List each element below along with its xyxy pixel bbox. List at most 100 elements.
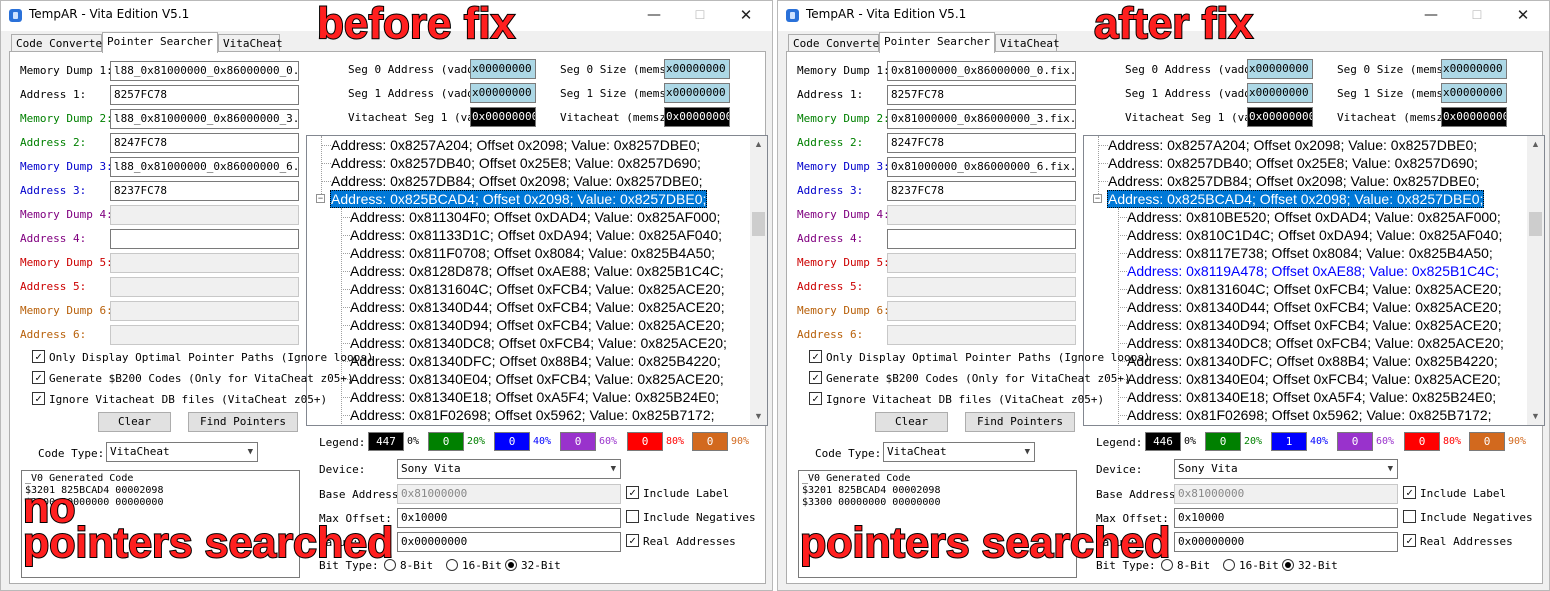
tree-row[interactable]: Address: 0x81F02698; Offset 0x5962; Valu… [350, 406, 715, 424]
tree-row[interactable]: Address: 0x8131604C; Offset 0xFCB4; Valu… [1127, 280, 1502, 298]
address-4-input[interactable] [110, 229, 299, 249]
tree-row[interactable]: Address: 0x81340E18; Offset 0xA5F4; Valu… [350, 388, 719, 406]
bit-radio[interactable] [384, 559, 396, 571]
clear-button[interactable]: Clear [98, 412, 171, 432]
address-3-input[interactable]: 8237FC78 [110, 181, 299, 201]
tab-code-converter[interactable]: Code Converter [11, 34, 109, 52]
device-select[interactable]: Sony Vita ▼ [1174, 459, 1398, 479]
tree-row[interactable]: Address: 0x8131604C; Offset 0xFCB4; Valu… [350, 280, 725, 298]
address-2-input[interactable]: 8247FC78 [887, 133, 1076, 153]
address-5-input[interactable] [110, 277, 299, 297]
tree-row[interactable]: Address: 0x8257DB40; Offset 0x25E8; Valu… [1108, 154, 1478, 172]
value-input[interactable]: 0x00000000 [397, 532, 621, 552]
checkbox[interactable]: ✓ [809, 350, 822, 363]
memory-dump-2-input[interactable]: l88_0x81000000_0x86000000_3.bin [110, 109, 299, 129]
tab-vitacheat[interactable]: VitaCheat [995, 34, 1060, 52]
find-pointers-button[interactable]: Find Pointers [965, 412, 1075, 432]
seg0-size-input[interactable]: x00000000 [664, 59, 730, 79]
scroll-up-icon[interactable]: ▲ [750, 136, 767, 153]
tree-row[interactable]: Address: 0x811F0708; Offset 0x8084; Valu… [350, 244, 715, 262]
base-address-input[interactable]: 0x81000000 [1174, 484, 1398, 504]
tree-row[interactable]: Address: 0x810C1D4C; Offset 0xDA94; Valu… [1127, 226, 1502, 244]
tree-row[interactable]: Address: 0x81F02698; Offset 0x5962; Valu… [1127, 406, 1492, 424]
checkbox[interactable]: ✓ [1403, 486, 1416, 499]
memory-dump-6-input[interactable] [887, 301, 1076, 321]
address-4-input[interactable] [887, 229, 1076, 249]
scroll-thumb[interactable] [1529, 212, 1542, 236]
checkbox[interactable] [626, 510, 639, 523]
close-icon[interactable]: ✕ [732, 5, 760, 25]
code-type-select[interactable]: VitaCheat ▼ [883, 442, 1035, 462]
memory-dump-5-input[interactable] [110, 253, 299, 273]
seg0-size-input[interactable]: x00000000 [1441, 59, 1507, 79]
memory-dump-4-input[interactable] [110, 205, 299, 225]
tree-row[interactable]: Address: 0x8257A204; Offset 0x2098; Valu… [331, 136, 700, 154]
tab-vitacheat[interactable]: VitaCheat [218, 34, 283, 52]
seg0-address-input[interactable]: x00000000 [1247, 59, 1313, 79]
memory-dump-6-input[interactable] [110, 301, 299, 321]
checkbox[interactable] [1403, 510, 1416, 523]
tree-scrollbar[interactable]: ▲ ▼ [750, 136, 767, 425]
generated-code-output[interactable]: _V0 Generated Code $3201 825BCAD4 000020… [21, 470, 300, 578]
tab-pointer-searcher[interactable]: Pointer Searcher [879, 32, 995, 53]
minimize-icon[interactable]: — [640, 5, 668, 25]
tree-row[interactable]: Address: 0x81340D94; Offset 0xFCB4; Valu… [350, 316, 725, 334]
address-1-input[interactable]: 8257FC78 [887, 85, 1076, 105]
tree-row[interactable]: Address: 0x8257DB84; Offset 0x2098; Valu… [1108, 172, 1480, 190]
scroll-down-icon[interactable]: ▼ [750, 408, 767, 425]
memory-dump-1-input[interactable]: 0x81000000_0x86000000_0.fix.bin [887, 61, 1076, 81]
address-1-input[interactable]: 8257FC78 [110, 85, 299, 105]
tree-row[interactable]: Address: 0x81340DFC; Offset 0x88B4; Valu… [350, 352, 721, 370]
scroll-thumb[interactable] [752, 212, 765, 236]
pointer-tree[interactable]: Address: 0x8257A204; Offset 0x2098; Valu… [306, 135, 768, 426]
address-5-input[interactable] [887, 277, 1076, 297]
tree-row-selected[interactable]: Address: 0x825BCAD4; Offset 0x2098; Valu… [330, 190, 708, 208]
memory-dump-1-input[interactable]: l88_0x81000000_0x86000000_0.bin [110, 61, 299, 81]
bit-radio[interactable] [446, 559, 458, 571]
tree-row[interactable]: Address: 0x81340E04; Offset 0xFCB4; Valu… [350, 370, 724, 388]
checkbox[interactable]: ✓ [1403, 534, 1416, 547]
tree-row[interactable]: Address: 0x81340D94; Offset 0xFCB4; Valu… [1127, 316, 1502, 334]
seg1-address-input[interactable]: x00000000 [470, 83, 536, 103]
tab-pointer-searcher[interactable]: Pointer Searcher [102, 32, 218, 53]
bit-radio[interactable] [1161, 559, 1173, 571]
address-2-input[interactable]: 8247FC78 [110, 133, 299, 153]
tree-row[interactable]: Address: 0x81340DC8; Offset 0xFCB4; Valu… [350, 334, 727, 352]
seg0-address-input[interactable]: x00000000 [470, 59, 536, 79]
pointer-tree[interactable]: Address: 0x8257A204; Offset 0x2098; Valu… [1083, 135, 1545, 426]
tree-row[interactable]: Address: 0x8128D878; Offset 0xAE88; Valu… [350, 262, 724, 280]
vitacheat-seg1-input[interactable]: 0x00000000 [470, 107, 536, 127]
bit-radio[interactable] [1282, 559, 1294, 571]
find-pointers-button[interactable]: Find Pointers [188, 412, 298, 432]
seg1-address-input[interactable]: x00000000 [1247, 83, 1313, 103]
vitacheat-seg1-input[interactable]: 0x00000000 [1247, 107, 1313, 127]
seg1-size-input[interactable]: x00000000 [1441, 83, 1507, 103]
base-address-input[interactable]: 0x81000000 [397, 484, 621, 504]
bit-radio[interactable] [1223, 559, 1235, 571]
generated-code-output[interactable]: _V0 Generated Code $3201 825BCAD4 000020… [798, 470, 1077, 578]
collapse-icon[interactable]: − [316, 194, 325, 203]
scroll-down-icon[interactable]: ▼ [1527, 408, 1544, 425]
checkbox[interactable]: ✓ [32, 350, 45, 363]
maximize-icon[interactable]: ☐ [1463, 5, 1491, 25]
checkbox[interactable]: ✓ [809, 371, 822, 384]
checkbox[interactable]: ✓ [626, 534, 639, 547]
bit-radio[interactable] [505, 559, 517, 571]
tree-row[interactable]: Address: 0x81133D1C; Offset 0xDA94; Valu… [350, 226, 722, 244]
tree-row[interactable]: Address: 0x81340D44; Offset 0xFCB4; Valu… [1127, 298, 1502, 316]
tab-code-converter[interactable]: Code Converter [788, 34, 886, 52]
tree-row[interactable]: Address: 0x8257DB40; Offset 0x25E8; Valu… [331, 154, 701, 172]
tree-row[interactable]: Address: 0x81340DC8; Offset 0xFCB4; Valu… [1127, 334, 1504, 352]
collapse-icon[interactable]: − [1093, 194, 1102, 203]
tree-row[interactable]: Address: 0x81340E18; Offset 0xA5F4; Valu… [1127, 388, 1496, 406]
tree-row[interactable]: Address: 0x8119A478; Offset 0xAE88; Valu… [1127, 262, 1499, 280]
address-6-input[interactable] [110, 325, 299, 345]
max-offset-input[interactable]: 0x10000 [397, 508, 621, 528]
checkbox[interactable]: ✓ [32, 371, 45, 384]
tree-scrollbar[interactable]: ▲ ▼ [1527, 136, 1544, 425]
minimize-icon[interactable]: — [1417, 5, 1445, 25]
vitacheat-memsz-input[interactable]: 0x00000000 [664, 107, 730, 127]
tree-row[interactable]: Address: 0x8117E738; Offset 0x8084; Valu… [1127, 244, 1493, 262]
tree-row[interactable]: Address: 0x81340E04; Offset 0xFCB4; Valu… [1127, 370, 1501, 388]
max-offset-input[interactable]: 0x10000 [1174, 508, 1398, 528]
